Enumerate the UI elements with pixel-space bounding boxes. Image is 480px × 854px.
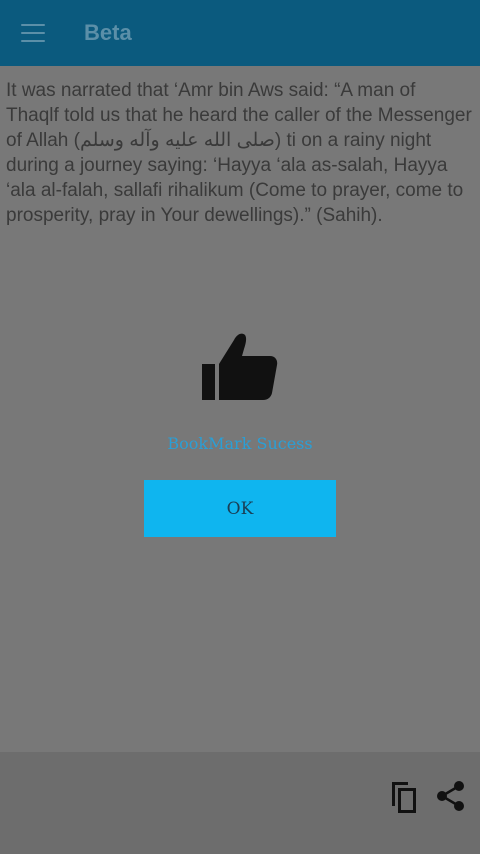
- menu-button[interactable]: [21, 24, 45, 42]
- app-title: Beta: [84, 20, 132, 45]
- hamburger-menu-icon: [21, 24, 45, 26]
- copy-icon[interactable]: [388, 780, 420, 814]
- ok-button[interactable]: OK: [144, 480, 336, 537]
- bookmark-success-message: BookMark Sucess: [167, 434, 313, 453]
- bookmark-dialog: BookMark Sucess OK: [0, 330, 480, 550]
- thumbs-up-icon: [202, 333, 278, 400]
- app-bar: Beta: [0, 0, 480, 66]
- hamburger-menu-icon: [21, 32, 45, 34]
- hadith-text: It was narrated that ‘Amr bin Aws said: …: [6, 80, 472, 226]
- hamburger-menu-icon: [21, 40, 45, 42]
- share-icon[interactable]: [436, 780, 466, 812]
- bottom-action-bar: [0, 752, 480, 854]
